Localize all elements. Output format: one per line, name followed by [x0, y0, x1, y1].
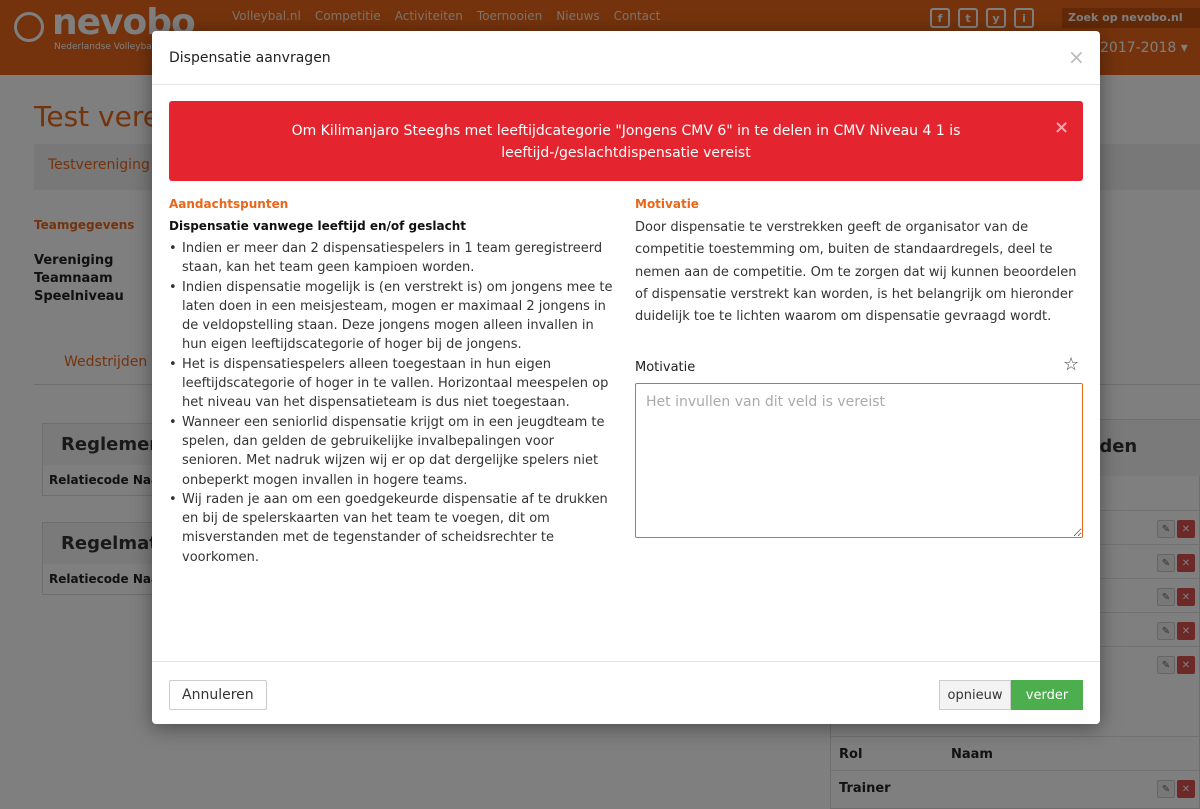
alert-close-icon[interactable]: × [1054, 117, 1069, 139]
modal-footer: Annuleren opnieuw verder [152, 661, 1100, 724]
list-item: Indien dispensatie mogelijk is (en verst… [169, 278, 617, 355]
modal-title: Dispensatie aanvragen [169, 50, 331, 66]
list-item: Wanneer een seniorlid dispensatie krijgt… [169, 413, 617, 490]
motivation-heading: Motivatie [635, 197, 699, 211]
motivation-explanation: Door dispensatie te verstrekken geeft de… [635, 220, 1077, 325]
motivation-textarea[interactable] [635, 383, 1083, 538]
close-icon[interactable]: × [1068, 45, 1085, 69]
attention-list: Indien er meer dan 2 dispensatiespelers … [169, 239, 617, 567]
next-button[interactable]: verder [1011, 680, 1083, 710]
motivation-field-label: Motivatie [635, 360, 696, 375]
attention-heading: Aandachtspunten [169, 197, 289, 211]
list-item: Wij raden je aan om een goedgekeurde dis… [169, 490, 617, 567]
list-item: Het is dispensatiespelers alleen toegest… [169, 355, 617, 413]
error-alert: Om Kilimanjaro Steeghs met leeftijdcateg… [169, 101, 1083, 181]
list-item: Indien er meer dan 2 dispensatiespelers … [169, 239, 617, 278]
motivation-section: Motivatie Door dispensatie te verstrekke… [635, 197, 1083, 538]
reset-button[interactable]: opnieuw [939, 680, 1011, 710]
attention-points: Aandachtspunten Dispensatie vanwege leef… [169, 197, 617, 567]
attention-subheading: Dispensatie vanwege leeftijd en/of gesla… [169, 219, 467, 233]
dispensation-modal: Dispensatie aanvragen × Om Kilimanjaro S… [152, 31, 1100, 724]
cancel-button[interactable]: Annuleren [169, 680, 267, 710]
alert-message: Om Kilimanjaro Steeghs met leeftijdcateg… [291, 123, 961, 161]
modal-header: Dispensatie aanvragen × [152, 31, 1100, 85]
star-icon[interactable]: ☆ [1063, 354, 1079, 375]
